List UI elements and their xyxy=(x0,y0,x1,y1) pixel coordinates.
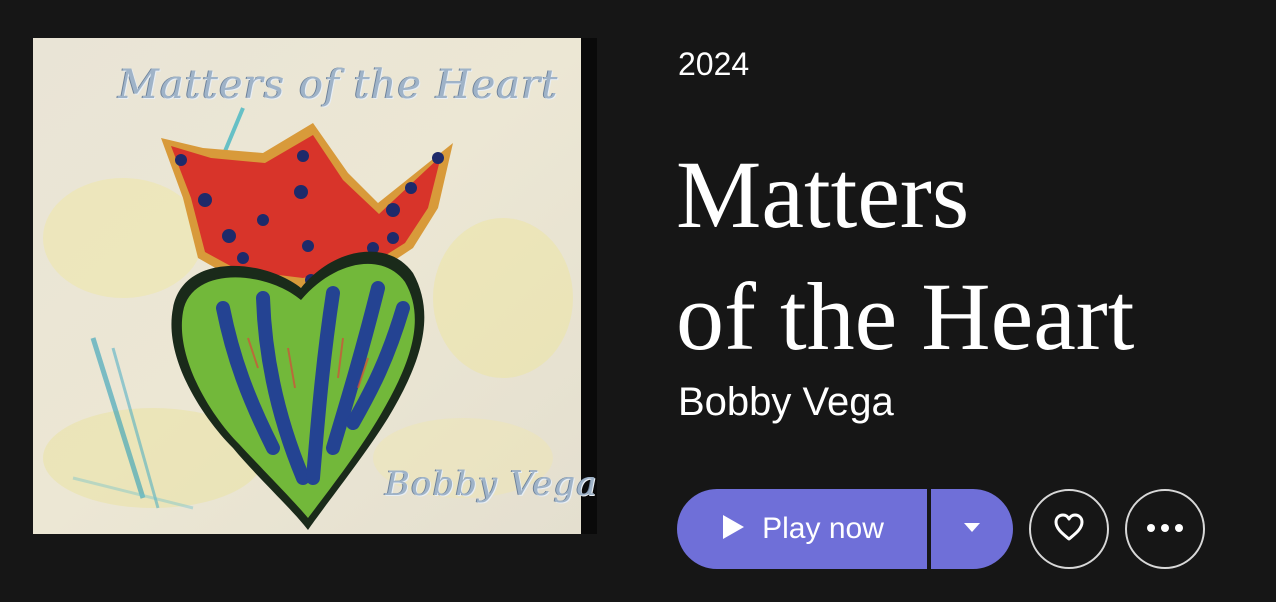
play-now-label: Play now xyxy=(762,512,884,545)
album-page: Matters of the Heart Bobby Vega 2024 Mat… xyxy=(0,0,1276,602)
play-split-button: Play now xyxy=(677,489,1013,569)
release-year: 2024 xyxy=(678,46,750,82)
play-now-button[interactable]: Play now xyxy=(677,489,927,569)
heart-outline-icon xyxy=(1053,512,1085,547)
cover-painting xyxy=(33,38,597,534)
play-options-dropdown-button[interactable] xyxy=(931,489,1013,569)
caret-down-icon xyxy=(963,520,981,538)
album-title-line-1: Matters xyxy=(676,141,970,248)
ellipsis-icon xyxy=(1145,520,1185,538)
artist-link[interactable]: Bobby Vega xyxy=(678,378,894,426)
album-cover-art: Matters of the Heart Bobby Vega xyxy=(33,38,597,534)
cover-title-text: Matters of the Heart xyxy=(118,62,559,108)
cover-artist-text: Bobby Vega xyxy=(385,464,597,504)
more-options-button[interactable] xyxy=(1125,489,1205,569)
album-title-line-2: of the Heart xyxy=(676,263,1135,370)
favorite-button[interactable] xyxy=(1029,489,1109,569)
album-title: Matters of the Heart xyxy=(676,134,1256,378)
play-triangle-icon xyxy=(720,513,746,546)
